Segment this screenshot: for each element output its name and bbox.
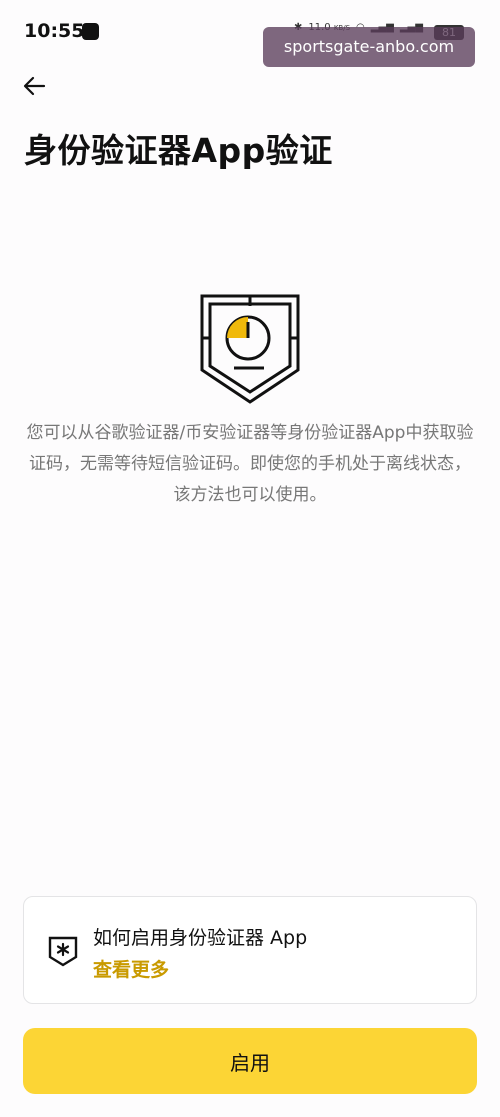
back-button[interactable] — [20, 70, 52, 102]
watermark: sportsgate-anbo.com — [263, 27, 475, 67]
description-text: 您可以从谷歌验证器/币安验证器等身份验证器App中获取验证码，无需等待短信验证码… — [26, 423, 474, 505]
status-time: 10:55 — [24, 20, 85, 42]
tiktok-icon — [82, 23, 99, 40]
arrow-left-icon — [23, 76, 46, 96]
info-card[interactable]: 如何启用身份验证器 App 查看更多 — [23, 896, 477, 1004]
shield-authenticator-icon — [200, 294, 300, 404]
learn-more-link[interactable]: 查看更多 — [93, 955, 169, 982]
enable-button[interactable]: 启用 — [23, 1028, 477, 1094]
card-title: 如何启用身份验证器 App — [93, 927, 308, 949]
page-title: 身份验证器App验证 — [24, 131, 333, 170]
asterisk-shield-icon — [48, 936, 78, 967]
